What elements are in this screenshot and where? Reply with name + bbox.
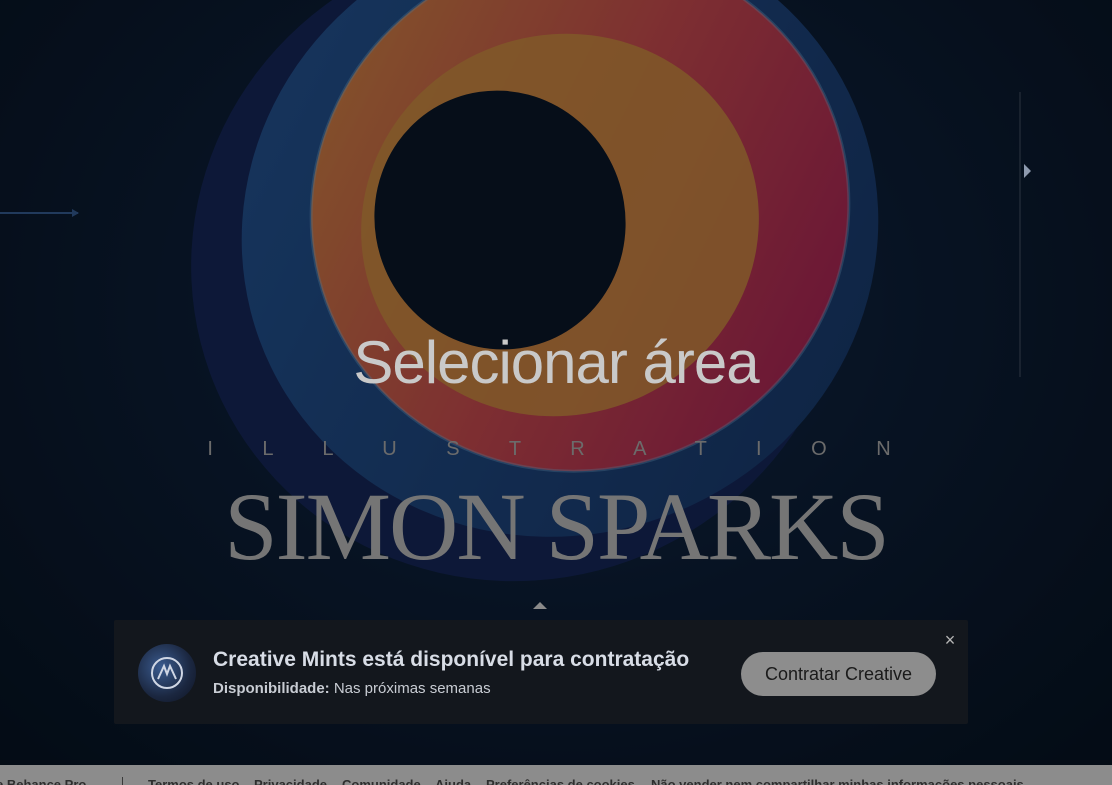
- footer-link-community[interactable]: Comunidade: [342, 777, 421, 785]
- availability-text: Disponibilidade: Nas próximas semanas: [213, 680, 491, 697]
- footer-brand[interactable]: e Behance Pro: [0, 777, 86, 785]
- footer-link-terms[interactable]: Termos de uso: [148, 777, 240, 785]
- caret-up-icon: [533, 602, 547, 609]
- next-arrow-icon[interactable]: [1024, 164, 1031, 178]
- footer-link-help[interactable]: Ajuda: [435, 777, 471, 785]
- footer-link-do-not-sell[interactable]: Não vender nem compartilhar minhas infor…: [651, 777, 1024, 785]
- hire-banner: Creative Mints está disponível para cont…: [114, 620, 968, 724]
- avatar[interactable]: [138, 644, 196, 702]
- select-area-label: Selecionar área: [353, 329, 759, 396]
- footer-link-privacy[interactable]: Privacidade: [254, 777, 327, 785]
- footer-bar: e Behance Pro Termos de uso Privacidade …: [0, 765, 1112, 785]
- divider: [1019, 92, 1021, 377]
- footer-divider: [122, 777, 123, 785]
- hire-button[interactable]: Contratar Creative: [741, 652, 936, 696]
- availability-value: Nas próximas semanas: [333, 680, 491, 697]
- footer-link-cookies[interactable]: Preferências de cookies: [486, 777, 635, 785]
- close-icon[interactable]: ×: [940, 630, 960, 650]
- creative-mints-logo-icon: [151, 657, 183, 689]
- availability-label: Disponibilidade:: [213, 680, 330, 697]
- hire-title: Creative Mints está disponível para cont…: [213, 648, 690, 671]
